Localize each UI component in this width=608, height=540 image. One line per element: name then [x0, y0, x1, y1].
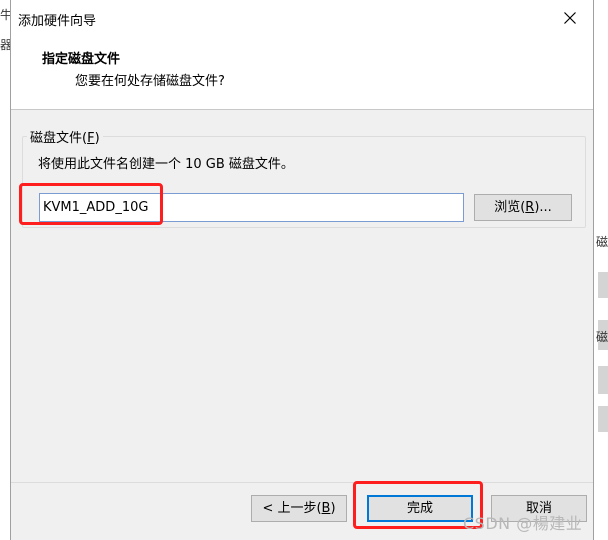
background-block [598, 366, 608, 394]
background-glyph: 磁 [596, 330, 608, 344]
finish-button[interactable]: 完成 [367, 495, 473, 522]
disk-filename-input[interactable] [39, 193, 464, 222]
background-window-left: 牛 器 [0, 0, 12, 540]
background-block [598, 406, 608, 432]
background-block [598, 272, 608, 298]
close-icon [564, 12, 576, 24]
watermark: CSDN @楊建业 [463, 514, 583, 533]
add-hardware-wizard-dialog: 添加硬件向导 指定磁盘文件 您要在何处存储磁盘文件? 磁盘文件(F) 将使用此文… [10, 0, 594, 540]
browse-button[interactable]: 浏览(R)... [474, 194, 572, 221]
disk-file-group-label: 磁盘文件(F) [27, 127, 103, 146]
title-bar: 添加硬件向导 [11, 0, 593, 36]
back-button[interactable]: < 上一步(B) [251, 495, 347, 522]
wizard-header: 指定磁盘文件 您要在何处存储磁盘文件? [11, 36, 593, 110]
close-button[interactable] [553, 4, 587, 32]
disk-file-description: 将使用此文件名创建一个 10 GB 磁盘文件。 [38, 157, 294, 172]
background-window-right: 磁 磁 [594, 0, 608, 540]
window-title: 添加硬件向导 [18, 14, 97, 29]
background-glyph: 磁 [596, 235, 608, 249]
footer-divider [11, 482, 593, 483]
step-title: 指定磁盘文件 [42, 52, 121, 67]
step-subtitle: 您要在何处存储磁盘文件? [75, 74, 225, 89]
